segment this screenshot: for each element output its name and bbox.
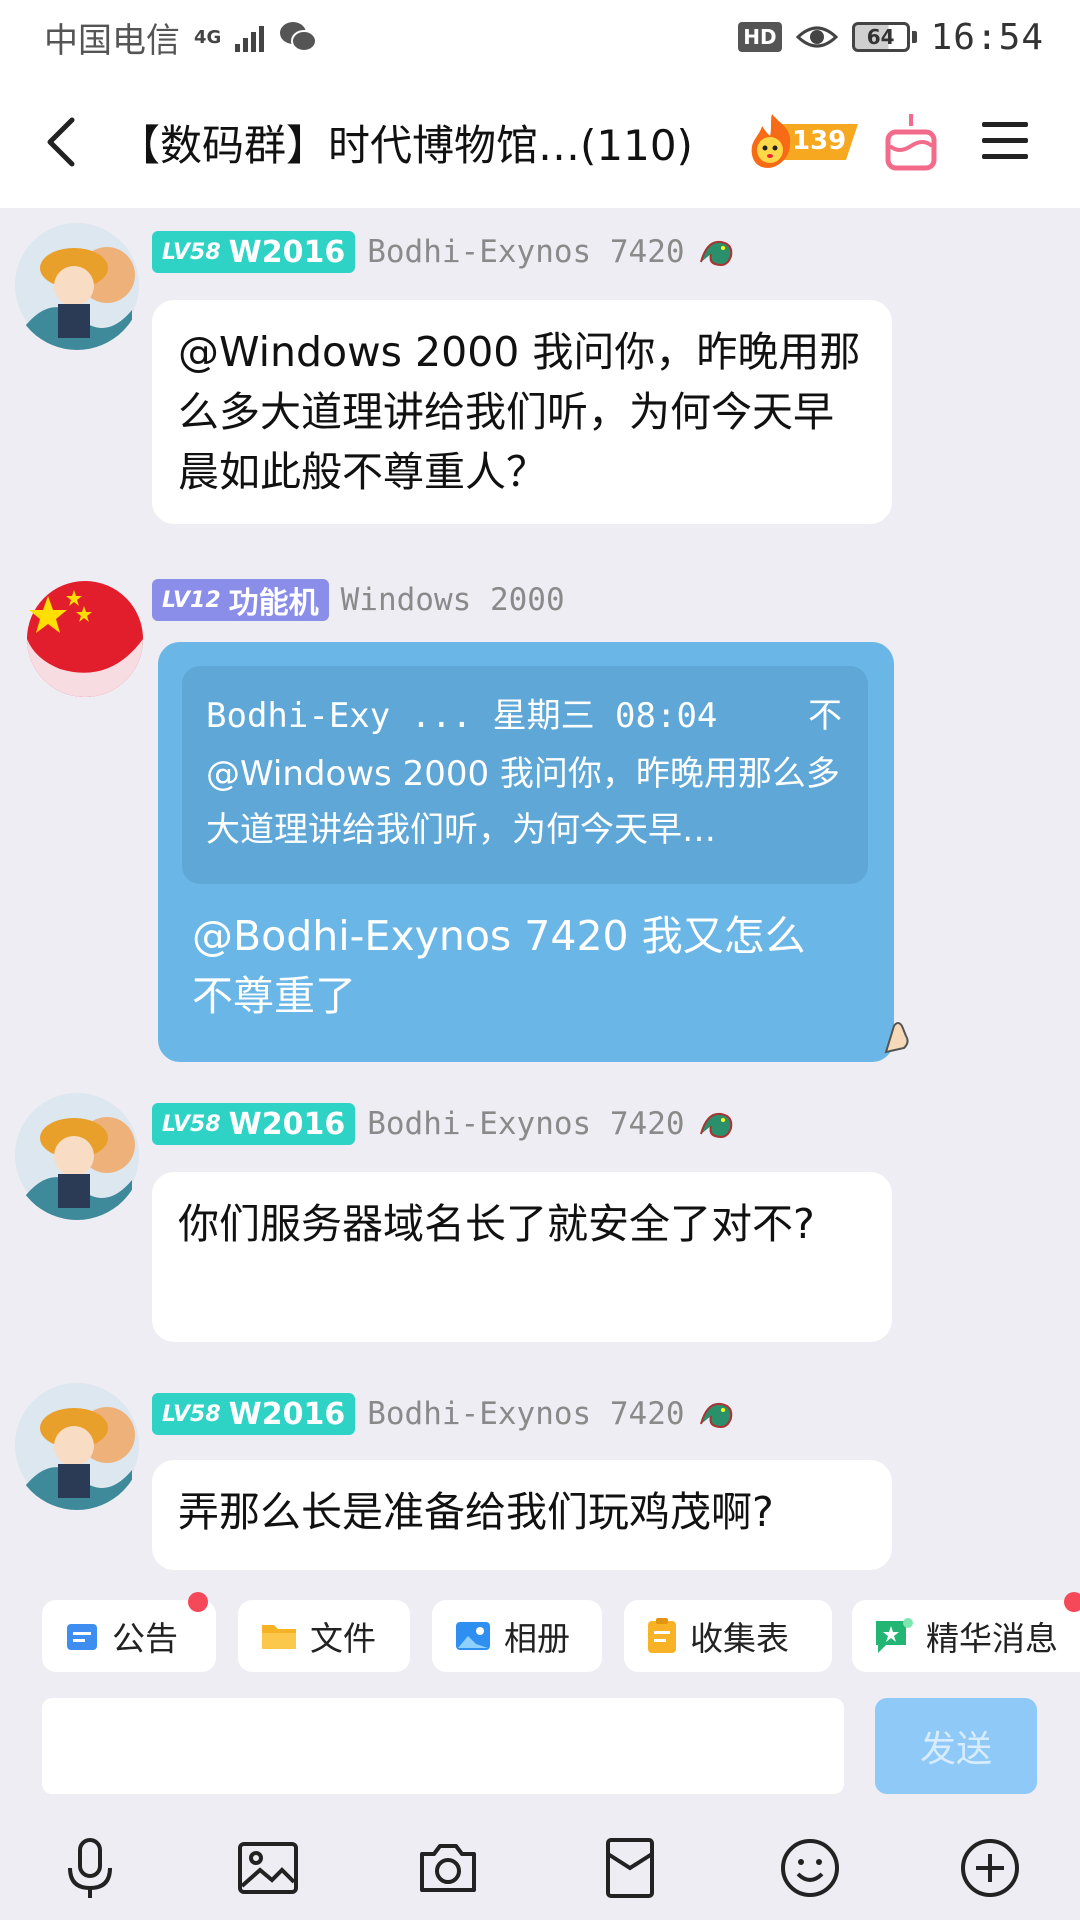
unread-dot — [188, 1592, 208, 1612]
unread-dot — [1064, 1592, 1080, 1612]
emoji-icon[interactable] — [778, 1836, 842, 1900]
back-arrow-icon[interactable] — [34, 112, 94, 172]
level-badge: LV58 W2016 — [152, 1103, 356, 1145]
message-meta: LV58 W2016 Bodhi-Exynos 7420 — [152, 1102, 737, 1146]
bottom-action-bar — [0, 1806, 1080, 1920]
quote-text: @Windows 2000 我问你，昨晚用那么多大道理讲给我们听，为何今天早… — [206, 754, 840, 850]
carrier-label: 中国电信 — [44, 20, 180, 61]
fire-count: 139 — [792, 126, 847, 156]
folder-icon — [262, 1625, 296, 1649]
dragon-icon — [699, 1402, 732, 1428]
files-chip[interactable]: 文件 — [238, 1600, 410, 1672]
chat-screen: 中国电信 4G HD 64 16:54 【数码群】时代博物馆…(110) 139… — [0, 0, 1080, 1920]
quote-header: Bodhi-Exy ... 星期三 08:04 — [206, 696, 718, 736]
avatar-windows-2000[interactable] — [20, 574, 150, 704]
featured-message-icon — [876, 1618, 913, 1653]
level-badge: LV12 功能机 — [152, 579, 329, 621]
title-label: W2016 — [228, 234, 346, 270]
quoted-message[interactable]: Bodhi-Exy ... 星期三 08:04 不 @Windows 2000 … — [182, 666, 868, 884]
hd-badge: HD — [738, 22, 782, 52]
signal-icon — [235, 22, 265, 52]
group-toolbar: 公告 文件 相册 收集表 精华消息 — [0, 1586, 1080, 1692]
message-meta: LV58 W2016 Bodhi-Exynos 7420 — [152, 230, 737, 274]
clipboard-icon — [648, 1618, 676, 1653]
dragon-icon — [699, 1112, 732, 1138]
battery-level: 64 — [851, 22, 910, 52]
avatar-bodhi[interactable] — [12, 1380, 142, 1510]
wechat-icon — [280, 22, 318, 52]
level-badge: LV58 W2016 — [152, 1393, 356, 1435]
message-meta: LV12 功能机 Windows 2000 — [152, 578, 565, 622]
message-text: 你们服务器域名长了就安全了对不? — [178, 1200, 815, 1248]
album-chip[interactable]: 相册 — [432, 1600, 602, 1672]
message-bubble[interactable]: @Windows 2000 我问你，昨晚用那么多大道理讲给我们听，为何今天早晨如… — [152, 300, 892, 524]
sender-name[interactable]: Windows 2000 — [341, 582, 565, 618]
hand-wave-icon — [884, 1022, 909, 1054]
announcement-chip[interactable]: 公告 — [42, 1592, 216, 1672]
message-bubble-blue[interactable]: Bodhi-Exy ... 星期三 08:04 不 @Windows 2000 … — [158, 642, 909, 1062]
eye-icon — [795, 26, 838, 48]
input-row: 发送 — [0, 1692, 1080, 1806]
image-icon[interactable] — [236, 1836, 300, 1900]
title-label: W2016 — [228, 1396, 346, 1432]
message-meta: LV58 W2016 Bodhi-Exynos 7420 — [152, 1392, 737, 1436]
chat-header: 【数码群】时代博物馆…(110) 139 — [0, 74, 1080, 208]
camera-icon[interactable] — [416, 1836, 480, 1900]
plus-icon[interactable] — [958, 1836, 1022, 1900]
level-label: LV58 — [162, 1111, 221, 1137]
message-text: @Bodhi-Exynos 7420 我又怎么不尊重了 — [192, 912, 806, 1020]
status-right: HD 64 16:54 — [738, 17, 1044, 58]
sender-name[interactable]: Bodhi-Exynos 7420 — [367, 234, 684, 270]
title-label: 功能机 — [228, 586, 319, 621]
message-text: @Windows 2000 我问你，昨晚用那么多大道理讲给我们听，为何今天早晨如… — [178, 328, 861, 496]
files-label: 文件 — [310, 1619, 376, 1658]
album-label: 相册 — [504, 1619, 570, 1658]
featured-label: 精华消息 — [926, 1619, 1058, 1658]
announcement-label: 公告 — [112, 1619, 178, 1658]
send-button[interactable]: 发送 — [875, 1698, 1037, 1794]
avatar-bodhi[interactable] — [12, 1090, 142, 1220]
battery-icon: 64 — [851, 22, 917, 52]
message-bubble[interactable]: 弄那么长是准备给我们玩鸡茂啊? — [152, 1460, 892, 1570]
status-bar: 中国电信 4G HD 64 16:54 — [0, 0, 1080, 74]
album-icon — [456, 1622, 490, 1650]
quote-close: 不 — [808, 696, 842, 736]
level-label: LV58 — [162, 239, 221, 265]
sender-name[interactable]: Bodhi-Exynos 7420 — [367, 1396, 684, 1432]
status-left: 中国电信 4G — [44, 13, 318, 62]
message-bubble[interactable]: 你们服务器域名长了就安全了对不? — [152, 1172, 892, 1342]
message-text: 弄那么长是准备给我们玩鸡茂啊? — [178, 1488, 774, 1536]
microphone-icon[interactable] — [58, 1836, 122, 1900]
level-label: LV12 — [162, 587, 221, 613]
form-label: 收集表 — [690, 1619, 789, 1658]
level-label: LV58 — [162, 1401, 221, 1427]
menu-icon[interactable] — [980, 116, 1030, 166]
featured-chip[interactable]: 精华消息 — [852, 1592, 1080, 1672]
clock: 16:54 — [930, 16, 1044, 58]
form-chip[interactable]: 收集表 — [624, 1600, 832, 1672]
birthday-cake-icon[interactable] — [884, 110, 938, 172]
message-input[interactable] — [42, 1698, 844, 1794]
title-label: W2016 — [228, 1106, 346, 1142]
dragon-icon — [699, 240, 732, 266]
group-title[interactable]: 【数码群】时代博物馆…(110) — [118, 112, 693, 173]
network-label: 4G — [194, 26, 222, 48]
avatar-bodhi[interactable] — [12, 220, 142, 350]
announcement-icon — [67, 1624, 97, 1650]
level-badge: LV58 W2016 — [152, 231, 356, 273]
sender-name[interactable]: Bodhi-Exynos 7420 — [367, 1106, 684, 1142]
red-packet-icon[interactable] — [598, 1836, 662, 1900]
